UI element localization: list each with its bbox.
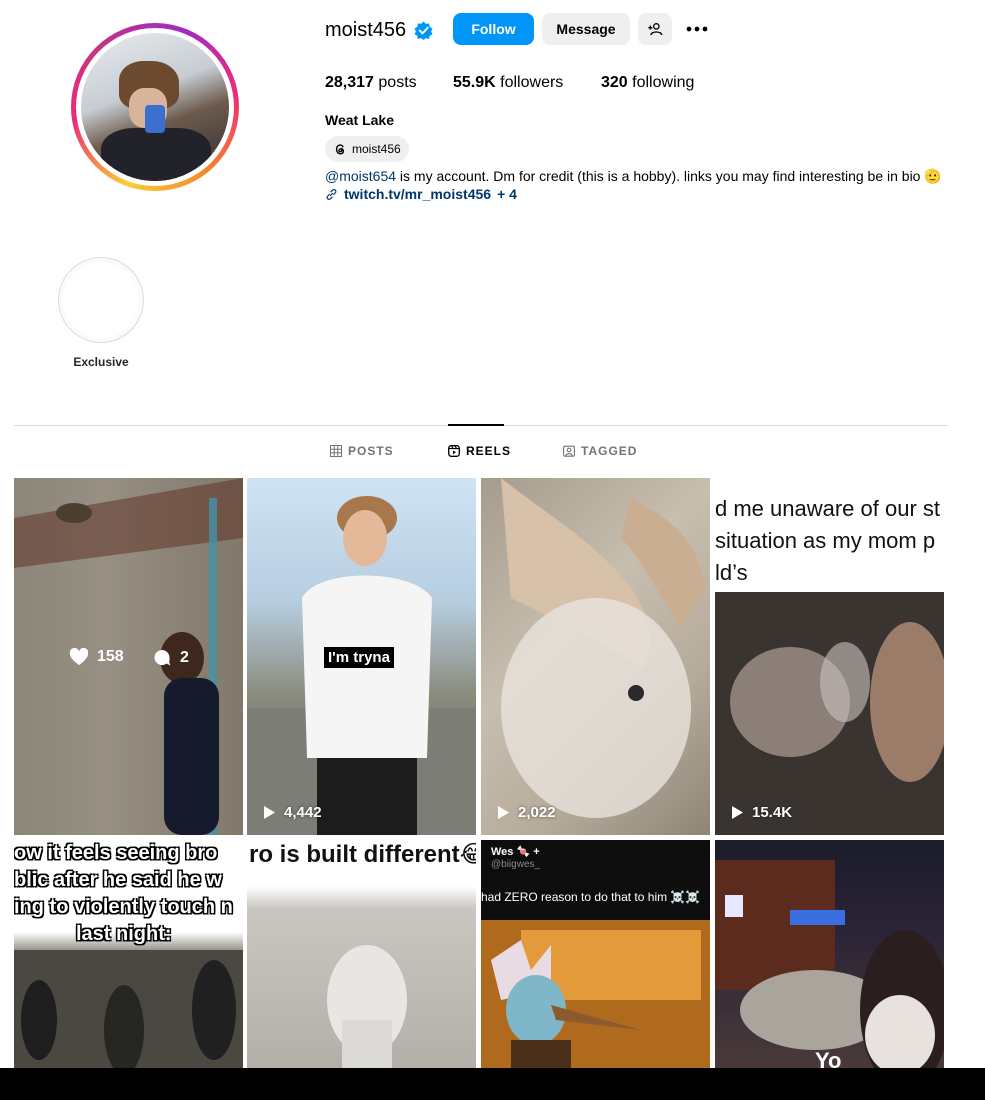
posts-count: 28,317 posts bbox=[325, 74, 417, 92]
reel-thumbnail-art bbox=[715, 860, 944, 1070]
bio-mention-link[interactable]: @moist654 bbox=[325, 168, 396, 184]
reel-thumbnail-art bbox=[327, 945, 407, 1070]
more-options-button[interactable] bbox=[682, 13, 712, 45]
add-user-icon bbox=[648, 23, 663, 36]
bio-external-link[interactable]: twitch.tv/mr_moist456 + 4 bbox=[325, 186, 517, 202]
reel-caption-line: had ZERO reason to do that to him ☠️☠️ bbox=[481, 890, 701, 904]
reel-thumbnail-art bbox=[715, 592, 944, 835]
threads-icon bbox=[335, 144, 345, 155]
bio-text: is my account. Dm for credit (this is a … bbox=[396, 168, 942, 184]
tab-posts[interactable]: POSTS bbox=[330, 444, 394, 458]
reel-caption-line: ow it feels seeing bro bbox=[14, 842, 218, 864]
threads-handle: moist456 bbox=[352, 142, 401, 156]
bottom-black-bar bbox=[0, 1068, 985, 1100]
play-count: 2,022 bbox=[497, 804, 556, 821]
reel-thumbnail-art bbox=[501, 478, 706, 818]
tab-tagged[interactable]: TAGGED bbox=[563, 444, 637, 458]
verified-badge-icon bbox=[414, 21, 433, 40]
profile-bio: @moist654 is my account. Dm for credit (… bbox=[325, 168, 942, 185]
tweet-author-name: Wes 🍬 + bbox=[491, 846, 540, 858]
avatar-frame bbox=[76, 28, 234, 186]
threads-badge[interactable]: moist456 bbox=[325, 136, 409, 162]
play-count: 4,442 bbox=[263, 804, 322, 821]
likes-count: 158 bbox=[97, 648, 124, 665]
reel-caption-line: last night: bbox=[76, 923, 172, 945]
followers-count-label: followers bbox=[500, 74, 564, 91]
followers-link[interactable]: 55.9K followers bbox=[453, 74, 563, 92]
avatar-body-shape bbox=[101, 128, 211, 181]
highlight-label: Exclusive bbox=[73, 355, 129, 369]
bio-link-text: twitch.tv/mr_moist456 bbox=[344, 186, 492, 202]
comments-stat: 2 bbox=[152, 648, 189, 668]
hover-overlay bbox=[14, 478, 243, 835]
tab-reels-label: REELS bbox=[466, 444, 512, 458]
highlight-cover bbox=[63, 262, 139, 338]
play-count-value: 15.4K bbox=[752, 804, 793, 821]
avatar[interactable] bbox=[81, 33, 229, 181]
tweet-author-handle: @biigwes_ bbox=[491, 859, 541, 870]
reel-tile[interactable]: 158 2 bbox=[14, 478, 243, 835]
active-tab-indicator bbox=[448, 424, 504, 426]
reels-icon bbox=[448, 445, 460, 457]
reel-thumbnail-art bbox=[481, 920, 710, 1070]
reel-tile[interactable]: I'm tryna 4,442 bbox=[247, 478, 476, 835]
avatar-phone-shape bbox=[145, 105, 165, 133]
profile-full-name: Weat Lake bbox=[325, 112, 394, 128]
comments-count: 2 bbox=[180, 649, 189, 666]
followers-count-value: 55.9K bbox=[453, 74, 496, 91]
following-count-value: 320 bbox=[601, 74, 628, 91]
story-highlight[interactable] bbox=[58, 257, 144, 343]
link-icon bbox=[326, 188, 337, 200]
reel-caption-overlay: I'm tryna bbox=[324, 647, 394, 668]
reel-caption-line: ro is built different😂 bbox=[249, 841, 476, 868]
heart-icon bbox=[69, 648, 89, 666]
reel-tile[interactable]: d me unaware of our st situation as my m… bbox=[715, 478, 944, 835]
tab-tagged-label: TAGGED bbox=[581, 444, 638, 458]
profile-avatar-ring[interactable] bbox=[71, 23, 239, 191]
play-count-value: 4,442 bbox=[284, 804, 322, 821]
reel-tile[interactable]: ro is built different😂 bbox=[247, 840, 476, 1070]
tab-reels[interactable]: REELS bbox=[448, 444, 511, 458]
grid-icon bbox=[330, 445, 342, 457]
reel-caption-line: ld’s bbox=[715, 560, 748, 585]
posts-count-value: 28,317 bbox=[325, 74, 374, 91]
play-count-value: 2,022 bbox=[518, 804, 556, 821]
play-icon bbox=[732, 806, 743, 819]
reel-caption-line: Yo bbox=[815, 1048, 842, 1070]
posts-count-label: posts bbox=[378, 74, 417, 91]
reel-caption-line: blic after he said he w bbox=[14, 869, 222, 891]
profile-username: moist456 bbox=[325, 19, 407, 41]
bio-link-more: + 4 bbox=[497, 186, 517, 202]
reel-caption-line: d me unaware of our st bbox=[715, 496, 941, 521]
reel-caption-line: situation as my mom p bbox=[715, 528, 936, 553]
reel-tile[interactable]: 2,022 bbox=[481, 478, 710, 835]
more-options-icon bbox=[686, 26, 708, 32]
suggested-users-button[interactable] bbox=[638, 13, 672, 45]
message-button[interactable]: Message bbox=[542, 13, 630, 45]
likes-stat: 158 bbox=[69, 648, 124, 666]
reel-caption-line: ing to violently touch n bbox=[14, 896, 233, 918]
following-link[interactable]: 320 following bbox=[601, 74, 694, 92]
comment-icon bbox=[154, 650, 171, 666]
reel-tile[interactable]: Wes 🍬 + @biigwes_ had ZERO reason to do … bbox=[481, 840, 710, 1070]
play-icon bbox=[264, 806, 275, 819]
play-count: 15.4K bbox=[731, 804, 792, 821]
tab-posts-label: POSTS bbox=[348, 444, 394, 458]
tagged-icon bbox=[563, 445, 575, 457]
reel-tile[interactable]: ow it feels seeing bro blic after he sai… bbox=[14, 840, 243, 1070]
follow-button[interactable]: Follow bbox=[453, 13, 534, 45]
play-icon bbox=[498, 806, 509, 819]
reel-tile[interactable]: Yo bbox=[715, 840, 944, 1070]
following-count-label: following bbox=[632, 74, 695, 91]
